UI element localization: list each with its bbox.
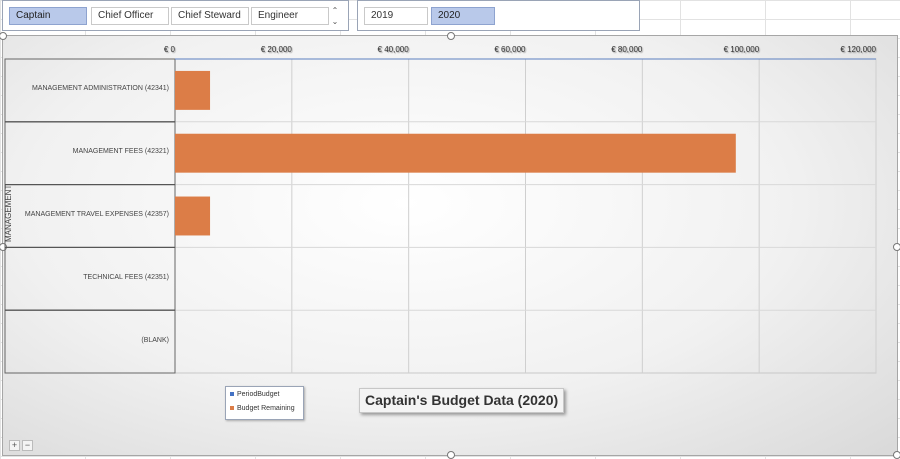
slicer-scroll[interactable]: ⌃ ⌄ <box>327 5 343 29</box>
collapse-button[interactable]: − <box>22 440 33 451</box>
slicer-item-2020[interactable]: 2020 <box>431 7 495 25</box>
zoom-controls: + − <box>9 440 35 451</box>
x-tick-label: € 0 <box>163 45 175 54</box>
chart-title[interactable]: Captain's Budget Data (2020) <box>359 388 565 413</box>
bar-budget-remaining <box>175 133 736 173</box>
legend-swatch-icon <box>230 392 234 397</box>
x-tick-label: € 40,000 <box>377 45 409 54</box>
x-tick-label: € 20,000 <box>260 45 292 54</box>
y-axis-title: MANAGEMENT <box>4 184 13 242</box>
pivot-chart[interactable]: € 0 € 20,000 € 40,000 € 60,000 € 80,000 € 100… <box>0 32 900 459</box>
slicer-item-chief-steward[interactable]: Chief Steward <box>171 7 249 25</box>
scroll-up-icon[interactable]: ⌃ <box>327 5 343 16</box>
slicer-item-engineer[interactable]: Engineer <box>251 7 329 25</box>
category-label: MANAGEMENT FEES (42321) <box>72 148 169 156</box>
legend-label: Budget Remaining <box>237 405 295 412</box>
legend-item-budget-remaining[interactable]: Budget Remaining <box>230 404 295 414</box>
legend-label: PeriodBudget <box>237 391 280 398</box>
legend-swatch-icon <box>230 406 234 411</box>
bar-budget-remaining <box>175 196 211 236</box>
legend[interactable]: PeriodBudget Budget Remaining <box>225 386 304 420</box>
slicer-item-chief-officer[interactable]: Chief Officer <box>91 7 169 25</box>
x-tick-label: € 120,000 <box>840 45 876 54</box>
x-tick-label: € 100,000 <box>723 45 760 54</box>
category-label: MANAGEMENT TRAVEL EXPENSES (42357) <box>24 211 169 218</box>
scroll-down-icon[interactable]: ⌄ <box>327 16 343 27</box>
slicer-item-captain[interactable]: Captain <box>9 7 87 25</box>
slicer-item-2019[interactable]: 2019 <box>364 7 428 25</box>
legend-item-period-budget[interactable]: PeriodBudget <box>230 390 279 400</box>
category-label: TECHNICAL FEES (42351) <box>83 273 169 281</box>
year-slicer: 2019 2020 <box>357 0 640 31</box>
x-tick-label: € 60,000 <box>494 45 526 54</box>
role-slicer: Captain Chief Officer Chief Steward Engi… <box>2 0 349 31</box>
category-label: MANAGEMENT ADMINISTRATION (42341) <box>31 85 169 93</box>
x-tick-label: € 80,000 <box>611 45 643 54</box>
expand-button[interactable]: + <box>9 440 20 451</box>
category-label: (BLANK) <box>141 336 169 344</box>
bar-budget-remaining <box>175 70 211 110</box>
